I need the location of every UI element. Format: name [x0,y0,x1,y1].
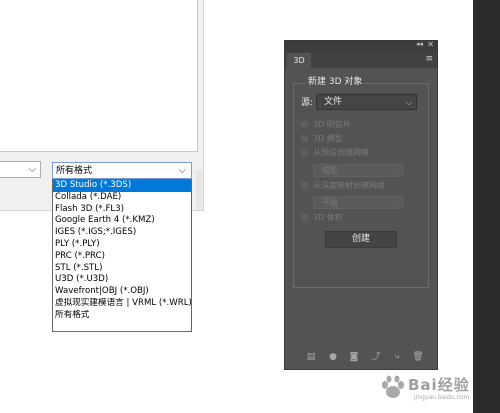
format-option-stl[interactable]: STL (*.STL) [53,263,191,275]
file-list-area [0,0,198,152]
format-option-fl3[interactable]: Flash 3D (*.FL3) [53,204,191,216]
format-option-wrl[interactable]: 虚拟现实建模语言 | VRML (*.WRL) [53,298,191,310]
format-option-prc[interactable]: PRC (*.PRC) [53,251,191,263]
source-select[interactable]: 文件 ⌵ [316,94,417,110]
panel-title-bar[interactable]: ◂◂ ✕ [285,40,437,52]
group-title: 新建 3D 对象 [305,77,366,88]
radio-icon [301,149,308,156]
format-option-obj[interactable]: Wavefront|OBJ (*.OBJ) [53,286,191,298]
export-icon[interactable]: ⤷ [391,351,403,363]
right-dark-strip [473,0,500,413]
format-option-iges[interactable]: IGES (*.IGS;*.IGES) [53,227,191,239]
source-label: 源: [301,98,314,108]
file-format-value: 所有格式 [56,166,93,176]
format-option-all[interactable]: 所有格式 [53,310,191,322]
format-option-ply[interactable]: PLY (*.PLY) [53,239,191,251]
close-icon[interactable]: ✕ [427,40,434,49]
chevron-down-icon: ⌵ [178,165,186,176]
format-option-kmz[interactable]: Google Earth 4 (*.KMZ) [53,215,191,227]
option-label: 3D 模型 [313,134,343,143]
format-option-3ds[interactable]: 3D Studio (*.3DS) [53,180,191,192]
baidu-paw-logo [382,375,404,398]
option-label: 从深度映射创建网格 [313,181,385,190]
option-label: 3D 体积 [313,213,343,222]
chevron-down-icon: ⌵ [405,98,412,107]
chevron-down-icon: ⌵ [28,164,36,175]
chevron-down-icon: ⌵ [392,166,398,174]
create-button[interactable]: 创建 [325,231,397,248]
panel-footer: ▤ ● ◙ ⤴ ⤷ 🗑 [285,347,437,369]
file-format-dropdown-list: 3D Studio (*.3DS) Collada (*.DAE) Flash … [52,179,192,332]
format-option-u3d[interactable]: U3D (*.U3D) [53,274,191,286]
panel-tab-row: 3D ≡ [285,52,437,68]
format-option-dae[interactable]: Collada (*.DAE) [53,192,191,204]
scene-icon[interactable]: ▤ [305,351,317,363]
depth-value: 平面 [322,198,338,207]
radio-icon [301,182,308,189]
file-format-select[interactable]: 所有格式 ⌵ [52,162,192,179]
light-icon[interactable]: ● [327,351,339,363]
add-object-icon[interactable]: ⤴ [370,351,382,363]
radio-icon [301,121,308,128]
photoshop-3d-panel: ◂◂ ✕ 3D ≡ 新建 3D 对象 源: 文件 ⌵ 3D 明信片 3D 模型 … [284,40,438,370]
baidu-watermark: Bai经验 jingyan.baidu.com [380,370,472,406]
watermark-text: Bai经验 [408,376,470,394]
depth-map-select[interactable]: 平面 ⌵ [313,196,403,209]
dialog-scrollbar[interactable] [196,170,202,210]
preset-select[interactable]: 帽形 ⌵ [313,164,403,177]
option-label: 从预设创建网格 [313,148,369,157]
chevron-down-icon: ⌵ [392,198,398,206]
trash-icon[interactable]: 🗑 [412,351,424,363]
radio-icon [301,214,308,221]
panel-menu-icon[interactable]: ≡ [425,53,433,65]
camera-icon[interactable]: ◙ [348,351,360,363]
filename-combo[interactable]: ⌵ [0,161,41,178]
source-value: 文件 [324,97,343,107]
collapse-icon[interactable]: ◂◂ [416,40,423,48]
preset-value: 帽形 [322,166,338,175]
watermark-url: jingyan.baidu.com [414,394,470,401]
radio-icon [301,135,308,142]
option-label: 3D 明信片 [313,120,351,129]
tab-3d[interactable]: 3D [287,53,311,68]
